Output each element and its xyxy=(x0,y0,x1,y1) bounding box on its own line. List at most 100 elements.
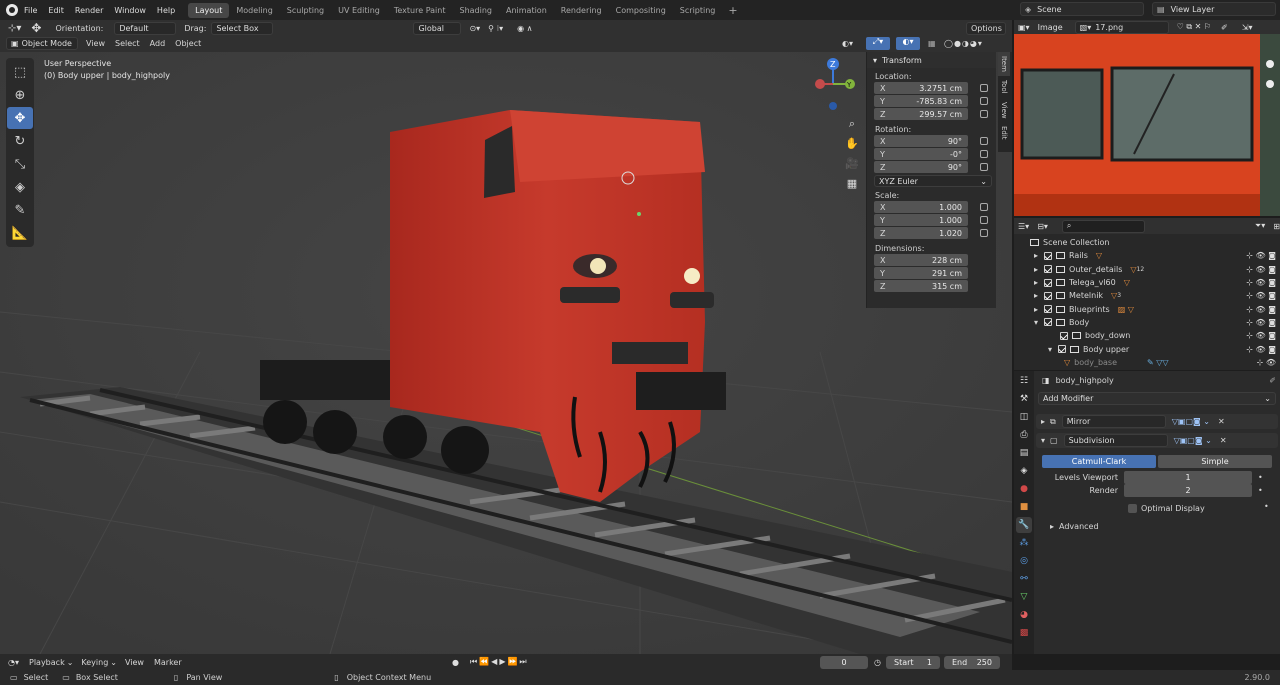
menu-view[interactable]: View xyxy=(86,39,105,48)
blender-logo-icon[interactable] xyxy=(6,4,18,16)
overlay-toggle-icon[interactable]: ◐▾ xyxy=(896,36,920,50)
checkbox[interactable] xyxy=(1044,291,1053,300)
optimal-display-checkbox[interactable]: Optimal Display xyxy=(1128,502,1205,514)
filter-icon[interactable]: ⏷▾ xyxy=(1255,221,1265,231)
world-icon[interactable]: ● xyxy=(1016,481,1032,497)
move-tool-icon[interactable]: ✥ xyxy=(7,107,33,129)
visibility-icon[interactable]: ◐▾ xyxy=(842,39,853,48)
transform-tool-icon[interactable]: ◈ xyxy=(7,176,33,198)
add-modifier-dropdown[interactable]: Add Modifier ⌄ xyxy=(1038,392,1276,405)
list-item[interactable]: ▸ Telega_vl60 ▽ ⊹ 👁 ◙ xyxy=(1018,276,1280,289)
close-icon[interactable]: ✕ xyxy=(1218,417,1225,426)
editor-type-icon[interactable]: ▣▾ xyxy=(1018,23,1030,32)
view-layer-icon[interactable]: ▤ xyxy=(1016,445,1032,461)
modifier-mirror[interactable]: ▸ ⧉ Mirror ▽▣▢◙ ⌄ ✕ xyxy=(1036,414,1278,429)
checkbox[interactable] xyxy=(1044,251,1053,260)
modifier-wrench-icon[interactable]: 🔧 xyxy=(1016,517,1032,533)
constraints-icon[interactable]: ⚯ xyxy=(1016,571,1032,587)
eye-icon[interactable]: ⊹ 👁 ◙ xyxy=(1246,251,1276,260)
end-frame-field[interactable]: End 250 xyxy=(944,655,1000,669)
grid-view-icon[interactable]: ▦ xyxy=(845,174,859,194)
tab-layout[interactable]: Layout xyxy=(188,2,230,18)
outliner-search-input[interactable]: ⌕ xyxy=(1061,219,1145,233)
view-icon[interactable]: ⇲▾ xyxy=(1242,23,1253,32)
view-layer-selector[interactable]: ▤ View Layer xyxy=(1152,2,1276,16)
menu-add[interactable]: Add xyxy=(150,39,166,48)
transform-tool-icon[interactable]: ✥ xyxy=(31,21,41,35)
catmull-clark-button[interactable]: Catmull-Clark xyxy=(1042,455,1156,468)
menu-help[interactable]: Help xyxy=(157,6,175,15)
scale-z-field[interactable]: Z 1.020 xyxy=(874,227,968,239)
rotation-z-field[interactable]: Z 90° xyxy=(874,161,968,173)
new-collection-icon[interactable]: ⊞ xyxy=(1273,222,1280,231)
tab-view[interactable]: View xyxy=(998,98,1010,123)
location-z-field[interactable]: Z 299.57 cm xyxy=(874,108,968,120)
list-item[interactable]: ▽ body_base ✎ ▽▽ ⊹ 👁 xyxy=(1018,356,1280,369)
tab-shading[interactable]: Shading xyxy=(452,3,499,18)
checkbox[interactable] xyxy=(1058,345,1067,354)
clock-icon[interactable]: ◷ xyxy=(874,658,881,667)
menu-image[interactable]: Image xyxy=(1038,23,1063,32)
annotate-tool-icon[interactable]: ✎ xyxy=(7,199,33,221)
menu-object[interactable]: Object xyxy=(175,39,201,48)
keyframe-dot-icon[interactable]: • xyxy=(1264,502,1269,511)
tab-sculpting[interactable]: Sculpting xyxy=(280,3,331,18)
pin-icon[interactable]: ✐ xyxy=(1221,23,1228,32)
current-frame-field[interactable]: 0 xyxy=(820,655,868,669)
tab-scripting[interactable]: Scripting xyxy=(673,3,723,18)
camera-icon[interactable]: 🎥 xyxy=(845,154,859,174)
image-selector[interactable]: ▧▾ 17.png xyxy=(1074,20,1169,34)
scene-collection-row[interactable]: Scene Collection xyxy=(1018,236,1280,249)
lock-icon[interactable] xyxy=(980,203,988,211)
pan-hand-icon[interactable]: ✋ xyxy=(845,134,859,154)
levels-viewport-field[interactable]: 1 xyxy=(1124,471,1252,484)
advanced-subpanel[interactable]: ▸ Advanced xyxy=(1050,522,1099,531)
checkbox[interactable] xyxy=(1044,318,1053,327)
tool-settings-icon[interactable]: ⚒ xyxy=(1016,391,1032,407)
material-icon[interactable]: ◕ xyxy=(1016,607,1032,623)
lock-icon[interactable] xyxy=(980,84,988,92)
modifier-subdivision[interactable]: ▾ ▢ Subdivision ▽▣▢◙ ⌄ ✕ xyxy=(1036,433,1278,448)
dimensions-y-field[interactable]: Y 291 cm xyxy=(874,267,968,279)
output-icon[interactable]: ⎙ xyxy=(1016,427,1032,443)
eye-icon[interactable]: ⊹ 👁 ◙ xyxy=(1246,291,1276,300)
editor-type-icon[interactable]: ⊹▾ xyxy=(8,23,21,34)
modifier-toggles-icon[interactable]: ▽▣▢◙ ⌄ xyxy=(1172,417,1210,426)
eye-icon[interactable]: ⊹ 👁 ◙ xyxy=(1246,278,1276,287)
eye-icon[interactable]: ⊹ 👁 ◙ xyxy=(1246,331,1276,340)
lock-icon[interactable] xyxy=(980,97,988,105)
transform-space-dropdown[interactable]: Global xyxy=(413,21,462,35)
mode-dropdown[interactable]: ▣ Object Mode xyxy=(6,36,78,50)
menu-keying[interactable]: Keying xyxy=(81,658,108,667)
data-icon[interactable]: ▽ xyxy=(1016,589,1032,605)
editor-type-icon[interactable]: ☰▾ xyxy=(1018,222,1029,231)
pivot-icon[interactable]: ⊙▾ xyxy=(469,24,480,33)
lock-icon[interactable] xyxy=(980,110,988,118)
simple-button[interactable]: Simple xyxy=(1158,455,1272,468)
record-icon[interactable]: ● xyxy=(452,658,459,667)
modifier-name-field[interactable]: Subdivision xyxy=(1063,434,1168,447)
xray-icon[interactable]: ▦ xyxy=(928,39,936,48)
eye-icon[interactable]: ⊹ 👁 xyxy=(1257,358,1276,367)
menu-window[interactable]: Window xyxy=(114,6,146,15)
render-levels-field[interactable]: 2 xyxy=(1124,484,1252,497)
tab-texture-paint[interactable]: Texture Paint xyxy=(387,3,453,18)
close-icon[interactable]: ✕ xyxy=(1220,436,1227,445)
eye-icon[interactable]: ⊹ 👁 ◙ xyxy=(1246,265,1276,274)
cursor-tool-icon[interactable]: ⊕ xyxy=(7,84,33,106)
list-item[interactable]: body_down ⊹ 👁 ◙ xyxy=(1018,329,1280,342)
options-dropdown[interactable]: Options xyxy=(966,21,1006,35)
lock-icon[interactable] xyxy=(980,150,988,158)
menu-marker[interactable]: Marker xyxy=(154,658,182,667)
location-x-field[interactable]: X 3.2751 cm xyxy=(874,82,968,94)
menu-playback[interactable]: Playback xyxy=(29,658,65,667)
gizmo-toggle-icon[interactable]: ⤢▾ xyxy=(866,36,890,50)
tab-item[interactable]: Item xyxy=(998,52,1010,76)
list-item[interactable]: ▾ Body ⊹ 👁 ◙ xyxy=(1018,316,1280,329)
list-item[interactable]: ▾ Body upper ⊹ 👁 ◙ xyxy=(1018,342,1280,355)
checkbox[interactable] xyxy=(1044,305,1053,314)
image-actions-icon[interactable]: ♡ ⧉ ✕ ⚐ xyxy=(1177,22,1211,32)
rotation-mode-dropdown[interactable]: XYZ Euler ⌄ xyxy=(874,175,992,187)
tab-edit[interactable]: Edit xyxy=(998,122,1010,144)
orientation-dropdown[interactable]: Default xyxy=(114,21,177,35)
